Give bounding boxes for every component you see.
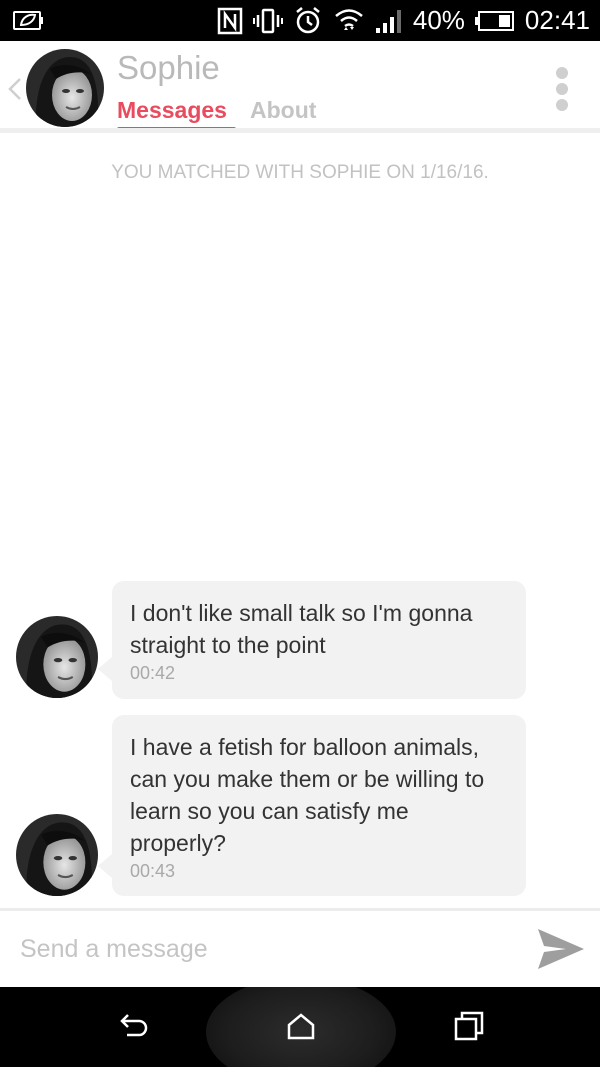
message-time: 00:42 [130, 663, 176, 683]
chevron-left-icon[interactable] [4, 71, 24, 107]
tab-messages[interactable]: Messages [117, 97, 227, 124]
wifi-icon [333, 6, 365, 36]
send-icon[interactable] [536, 925, 586, 973]
match-notice: YOU MATCHED WITH SOPHIE ON 1/16/16. [111, 162, 489, 183]
leaf-battery-icon [12, 8, 46, 37]
status-bar: 40% 02:41 [0, 0, 600, 41]
alarm-icon [293, 6, 323, 36]
message-composer [0, 911, 600, 987]
more-vert-icon[interactable] [553, 66, 571, 112]
sender-avatar[interactable] [16, 814, 98, 896]
signal-icon [375, 8, 403, 34]
home-icon[interactable] [284, 1009, 318, 1043]
system-nav-bar [0, 987, 600, 1067]
nfc-icon [217, 7, 243, 35]
contact-name: Sophie [117, 49, 220, 86]
back-icon[interactable] [117, 1009, 151, 1043]
message-time: 00:43 [130, 861, 176, 881]
header-divider [0, 128, 600, 133]
tab-about[interactable]: About [250, 97, 316, 124]
message-bubble[interactable]: I have a fetish for balloon animals, can… [98, 715, 526, 896]
clock: 02:41 [524, 5, 590, 35]
contact-avatar[interactable] [26, 49, 104, 127]
battery-icon [474, 10, 515, 32]
chat-header: Sophie Messages About [0, 41, 600, 134]
message-input[interactable] [20, 929, 500, 969]
vibrate-icon [252, 7, 283, 35]
message-text: I don't like small talk so I'm gonna str… [130, 600, 473, 658]
sender-avatar[interactable] [16, 616, 98, 698]
message-bubble[interactable]: I don't like small talk so I'm gonna str… [98, 581, 526, 699]
battery-percent: 40% [412, 5, 465, 35]
message-text: I have a fetish for balloon animals, can… [130, 734, 485, 856]
recents-icon[interactable] [452, 1009, 486, 1043]
